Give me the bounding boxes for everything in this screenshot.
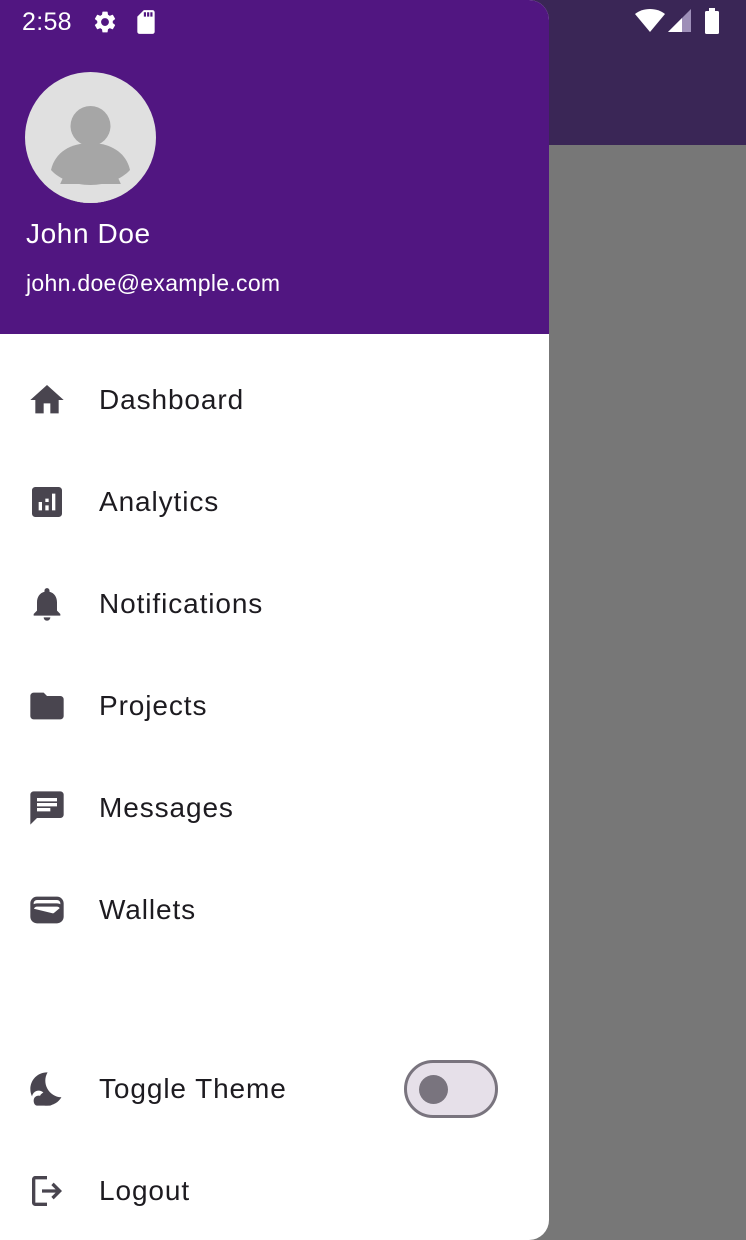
nav-item-messages[interactable]: Messages: [0, 757, 549, 859]
nav-item-notifications[interactable]: Notifications: [0, 553, 549, 655]
status-bar: 2:58: [0, 0, 746, 44]
nav-item-logout[interactable]: Logout: [0, 1140, 549, 1240]
status-time: 2:58: [22, 8, 72, 36]
gear-icon: [92, 9, 118, 40]
analytics-icon: [25, 480, 69, 524]
nav-item-projects[interactable]: Projects: [0, 655, 549, 757]
person-icon: [25, 106, 156, 203]
wallet-icon: [25, 888, 69, 932]
navigation-drawer: John Doe john.doe@example.com Dashboard …: [0, 0, 549, 1240]
nav-item-label: Messages: [99, 792, 234, 823]
nav-item-label: Notifications: [99, 588, 264, 619]
nav-item-wallets[interactable]: Wallets: [0, 859, 549, 961]
sd-card-icon: [135, 9, 157, 40]
message-icon: [25, 786, 69, 830]
theme-toggle-switch[interactable]: [404, 1060, 498, 1118]
logout-icon: [25, 1169, 69, 1213]
drawer-header: John Doe john.doe@example.com: [0, 0, 549, 334]
moon-icon: [25, 1067, 69, 1111]
battery-icon: [704, 8, 720, 39]
avatar: [25, 72, 156, 203]
nav-item-analytics[interactable]: Analytics: [0, 451, 549, 553]
signal-icon: [668, 9, 692, 38]
home-icon: [25, 378, 69, 422]
nav-item-label: Toggle Theme: [99, 1073, 287, 1104]
user-name: John Doe: [26, 218, 151, 249]
nav-item-label: Dashboard: [99, 384, 245, 415]
user-email: john.doe@example.com: [26, 270, 281, 296]
bell-icon: [25, 582, 69, 626]
nav-item-label: Logout: [99, 1175, 191, 1206]
nav-item-dashboard[interactable]: Dashboard: [0, 349, 549, 451]
nav-item-label: Wallets: [99, 894, 197, 925]
nav-item-label: Projects: [99, 690, 208, 721]
wifi-icon: [635, 9, 665, 38]
nav-item-toggle-theme[interactable]: Toggle Theme: [0, 1038, 549, 1140]
toggle-knob: [419, 1075, 448, 1104]
folder-icon: [25, 684, 69, 728]
nav-item-label: Analytics: [99, 486, 220, 517]
